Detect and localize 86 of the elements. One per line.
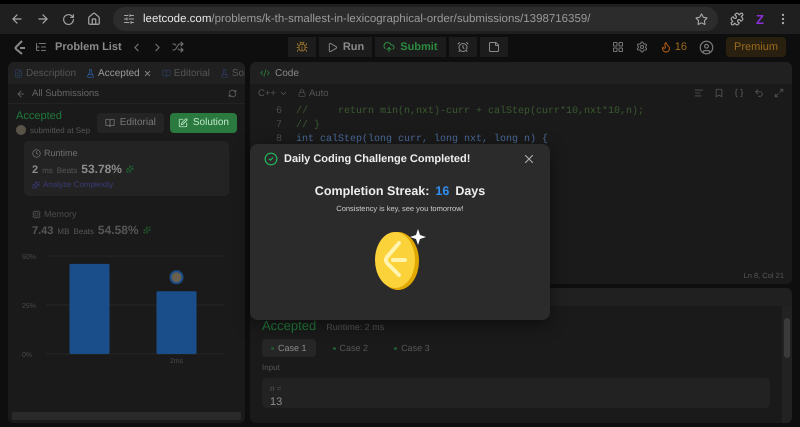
editorial-button[interactable]: Editorial xyxy=(96,112,164,132)
format-icon[interactable] xyxy=(694,88,704,98)
premium-button[interactable]: Premium xyxy=(726,37,786,57)
back-icon[interactable] xyxy=(10,12,24,26)
close-icon[interactable] xyxy=(522,152,536,166)
dialog-title: Daily Coding Challenge Completed! xyxy=(284,153,472,165)
submission-status: Accepted xyxy=(16,110,63,122)
vertical-scrollbar[interactable] xyxy=(782,306,792,423)
chart-bar xyxy=(156,291,196,354)
list-icon xyxy=(35,41,47,53)
case-tab[interactable]: Case 2 xyxy=(324,339,378,357)
beats-label: Beats xyxy=(73,227,94,236)
address-bar[interactable]: leetcode.com/problems/k-th-smallest-in-lexicographical-order/submissions/1398716359/ xyxy=(113,7,718,31)
note-icon xyxy=(488,41,500,53)
avatar-marker xyxy=(170,270,184,284)
forward-icon[interactable] xyxy=(36,12,50,26)
logo-icon[interactable] xyxy=(14,40,27,54)
streak-count[interactable]: 16 xyxy=(674,41,687,53)
braces-icon[interactable] xyxy=(734,88,744,98)
avatar-icon[interactable] xyxy=(698,40,714,54)
layout-icon[interactable] xyxy=(612,41,624,53)
all-submissions-link[interactable]: All Submissions xyxy=(32,88,100,99)
result-status: Accepted xyxy=(262,318,316,333)
reload-icon[interactable] xyxy=(62,12,75,26)
refresh-icon[interactable] xyxy=(228,89,237,98)
book-icon xyxy=(104,118,115,128)
card-title: Runtime xyxy=(44,148,78,158)
code-icon xyxy=(260,68,270,78)
tab-icon xyxy=(220,68,229,78)
memory-value: 7.43 xyxy=(32,225,54,237)
site-settings-icon[interactable] xyxy=(123,13,135,25)
notes-button[interactable] xyxy=(480,37,508,57)
problem-list-link[interactable]: Problem List xyxy=(55,41,122,53)
tab-icon xyxy=(14,68,23,78)
horizontal-scrollbar[interactable] xyxy=(12,412,241,420)
profile-letter[interactable]: Z xyxy=(756,12,764,26)
check-icon xyxy=(264,152,278,166)
panel-title: Code xyxy=(275,68,299,78)
mode-label: Auto xyxy=(308,88,329,98)
undo-icon[interactable] xyxy=(754,88,764,98)
solution-button[interactable]: Solution xyxy=(170,112,237,132)
clock-icon xyxy=(32,148,41,158)
sparkle-icon xyxy=(142,226,151,234)
bookmark-star-icon[interactable] xyxy=(695,12,708,26)
url-text: leetcode.com/problems/k-th-smallest-in-lexicographical-order/submissions/1398716359/ xyxy=(143,13,592,25)
extensions-icon[interactable] xyxy=(730,12,744,26)
expand-icon[interactable] xyxy=(774,88,784,98)
submit-button[interactable]: Submit xyxy=(375,37,446,57)
debug-button[interactable] xyxy=(288,37,316,57)
tab-icon xyxy=(162,68,171,78)
flame-icon xyxy=(660,41,672,53)
chip-icon xyxy=(32,210,41,218)
streak-unit: Days xyxy=(455,184,486,198)
cloud-upload-icon xyxy=(383,41,396,53)
submitted-time: submitted at Sep xyxy=(30,126,90,134)
edit-icon xyxy=(178,118,188,128)
unit-label: MB xyxy=(57,227,70,236)
runtime-value: 2 xyxy=(32,164,38,176)
code-line: // } xyxy=(296,120,320,130)
beats-percent: 53.78% xyxy=(81,162,122,176)
bookmark-icon[interactable] xyxy=(714,88,724,98)
tab-icon xyxy=(86,68,96,78)
code-line: int calStep(long curr, long nxt, long n) { xyxy=(296,134,548,144)
beats-percent: 54.58% xyxy=(98,223,139,237)
play-icon xyxy=(326,42,338,52)
case-tab[interactable]: Case 1 xyxy=(262,339,316,357)
sparkle-icon xyxy=(126,165,134,173)
streak-label: Completion Streak: xyxy=(314,184,430,198)
language-select[interactable]: C++ xyxy=(258,88,276,98)
avatar-icon xyxy=(16,125,26,135)
back-arrow-icon[interactable] xyxy=(16,88,26,98)
bug-icon xyxy=(296,41,308,53)
alarm-clock-icon xyxy=(456,41,469,53)
sparkle-icon xyxy=(32,180,40,188)
panel-tab[interactable]: Accepted xyxy=(86,68,152,78)
lock-icon xyxy=(298,89,306,97)
case-tab[interactable]: Case 3 xyxy=(385,339,439,357)
input-label: Input xyxy=(262,363,281,372)
close-icon xyxy=(142,68,152,78)
shuffle-icon[interactable] xyxy=(172,41,184,53)
streak-value: 16 xyxy=(435,184,450,198)
home-icon[interactable] xyxy=(87,12,101,26)
run-button[interactable]: Run xyxy=(318,37,372,57)
timer-button[interactable] xyxy=(448,37,477,57)
code-line: // return min(n,nxt)-curr + calStep(curr*10,nxt*10,n); xyxy=(296,106,644,116)
settings-icon[interactable] xyxy=(636,41,648,53)
